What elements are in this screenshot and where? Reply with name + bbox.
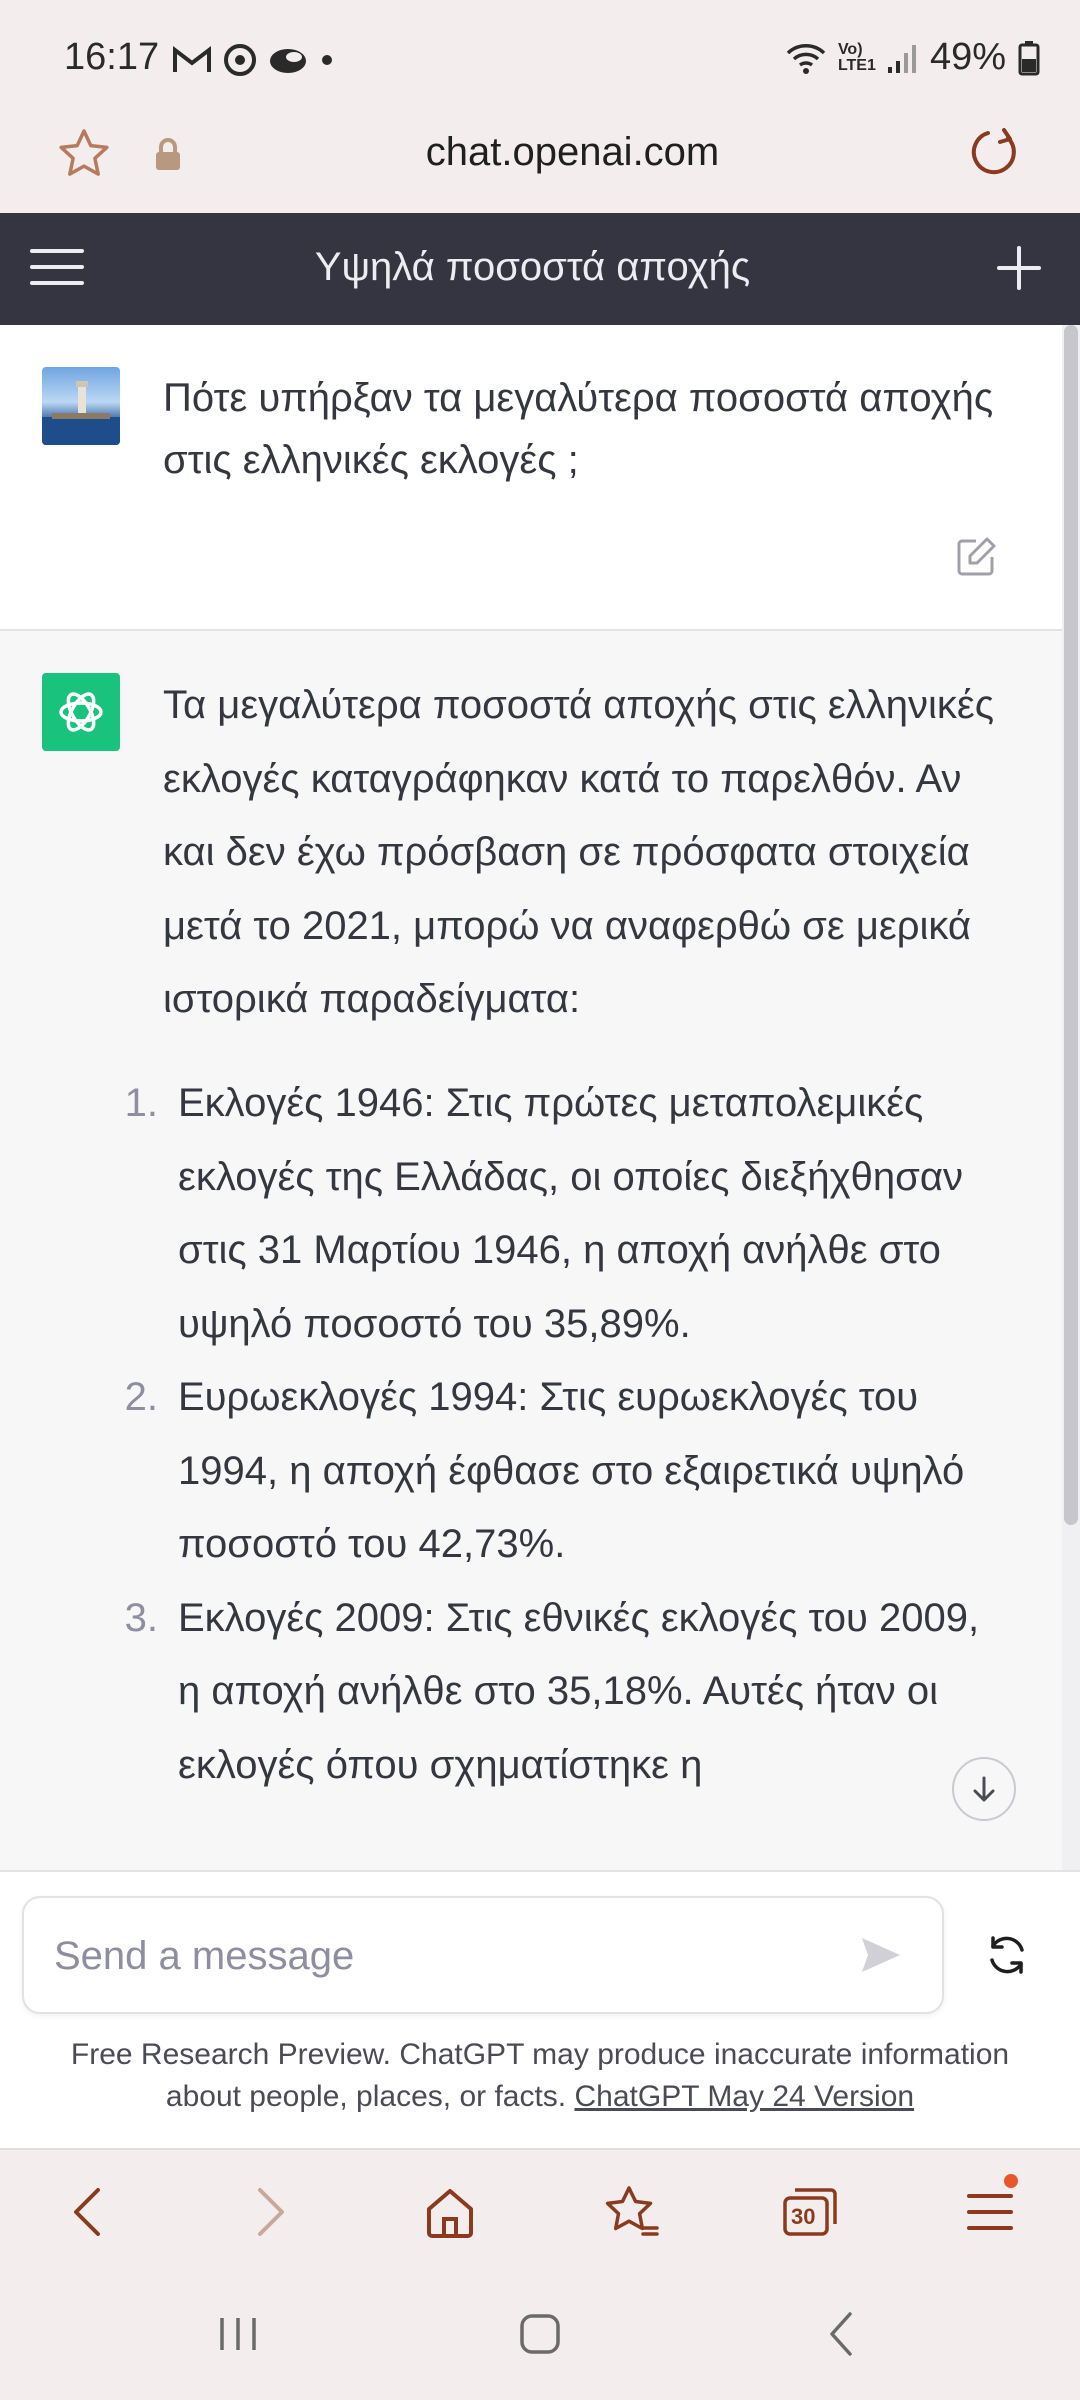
chevron-left-icon <box>74 2188 100 2236</box>
tabs-button[interactable]: 30 <box>778 2180 842 2244</box>
user-message: Πότε υπήρξαν τα μεγαλύτερα ποσοστά αποχή… <box>0 325 1062 631</box>
status-right: Vo) LTE1 49% <box>786 36 1040 79</box>
list-number: 3. <box>124 1595 158 1640</box>
conversation[interactable]: Πότε υπήρξαν τα μεγαλύτερα ποσοστά αποχή… <box>0 325 1080 1870</box>
bookmarks-star-icon <box>605 2186 659 2236</box>
assistant-intro-text: Τα μεγαλύτερα ποσοστά αποχής στις ελληνι… <box>163 683 994 1021</box>
list-item: 1. Εκλογές 1946: Στις πρώτες μεταπολεμικέ… <box>110 1067 1010 1361</box>
recent-apps-button[interactable] <box>198 2302 278 2366</box>
assistant-message: Τα μεγαλύτερα ποσοστά αποχής στις ελληνι… <box>0 631 1062 1870</box>
signal-icon <box>887 44 916 73</box>
chevron-right-icon <box>258 2188 284 2236</box>
home-system-button[interactable] <box>500 2302 580 2366</box>
wifi-icon <box>786 43 826 74</box>
chat-header: Υψηλά ποσοστά αποχής <box>0 213 1080 325</box>
arrow-down-icon <box>973 1776 995 1802</box>
new-chat-plus-icon[interactable] <box>994 243 1044 298</box>
edit-message-icon[interactable] <box>954 535 998 584</box>
list-item-text: Ευρωεκλογές 1994: Στις ευρωεκλογές του 1… <box>178 1375 965 1566</box>
chatgpt-logo-icon <box>42 673 120 751</box>
user-avatar <box>42 367 120 445</box>
user-message-text: Πότε υπήρξαν τα μεγαλύτερα ποσοστά αποχή… <box>163 376 994 482</box>
back-chevron-icon <box>830 2312 852 2356</box>
home-square-icon <box>520 2314 560 2354</box>
list-number: 2. <box>124 1375 158 1419</box>
home-icon <box>427 2189 473 2238</box>
browser-toolbar: 30 <box>0 2148 1080 2272</box>
notification-dot <box>1004 2174 1018 2188</box>
address-bar: chat.openai.com <box>0 116 1080 212</box>
version-link[interactable]: ChatGPT May 24 Version <box>574 2080 914 2113</box>
status-time: 16:17 <box>64 36 160 78</box>
system-back-button[interactable] <box>802 2302 882 2366</box>
scrollbar[interactable] <box>1062 325 1080 1870</box>
reload-icon[interactable] <box>966 124 1022 185</box>
bookmarks-button[interactable] <box>600 2180 664 2244</box>
menu-icon <box>967 2194 1013 2230</box>
list-item: 3. Εκλογές 2009: Στις εθνικές εκλογές του… <box>110 1582 1010 1803</box>
url-text[interactable]: chat.openai.com <box>0 130 1080 175</box>
network-label: Vo) LTE1 <box>837 40 876 74</box>
answer-list: 1. Εκλογές 1946: Στις πρώτες μεταπολεμικέ… <box>110 1067 1010 1802</box>
regenerate-icon[interactable] <box>982 1930 1032 1985</box>
battery-icon <box>1018 40 1040 75</box>
chat-title: Υψηλά ποσοστά αποχής <box>314 245 751 289</box>
cloud-notification-icon <box>270 49 306 73</box>
send-icon[interactable] <box>858 1932 904 1983</box>
list-item-text: Εκλογές 1946: Στις πρώτες μεταπολεμικές … <box>178 1081 963 1346</box>
composer: Free Research Preview. ChatGPT may produ… <box>0 1870 1080 2148</box>
app-notification-icon <box>224 44 256 76</box>
forward-button[interactable] <box>238 2180 302 2244</box>
scroll-down-button[interactable] <box>952 1757 1016 1821</box>
scrollbar-thumb[interactable] <box>1064 325 1078 1525</box>
notification-icons <box>172 42 334 78</box>
dot-icon <box>322 55 332 65</box>
system-navigation <box>0 2272 1080 2400</box>
tabs-count: 30 <box>791 2204 816 2229</box>
disclaimer: Free Research Preview. ChatGPT may produ… <box>40 2034 1040 2118</box>
gmail-icon <box>173 45 211 72</box>
menu-button[interactable] <box>958 2174 1022 2244</box>
message-input-box[interactable] <box>22 1896 944 2014</box>
list-number: 1. <box>124 1081 158 1125</box>
recent-apps-icon <box>220 2318 256 2350</box>
list-item: 2. Ευρωεκλογές 1994: Στις ευρωεκλογές του… <box>110 1361 1010 1582</box>
status-bar: 16:17 Vo) LTE1 49% <box>0 0 1080 116</box>
back-button[interactable] <box>56 2180 120 2244</box>
battery-level: 49% <box>929 36 1006 78</box>
home-button[interactable] <box>418 2180 482 2244</box>
message-input[interactable] <box>54 1926 834 1986</box>
list-item-text: Εκλογές 2009: Στις εθνικές εκλογές του 2… <box>178 1595 980 1787</box>
